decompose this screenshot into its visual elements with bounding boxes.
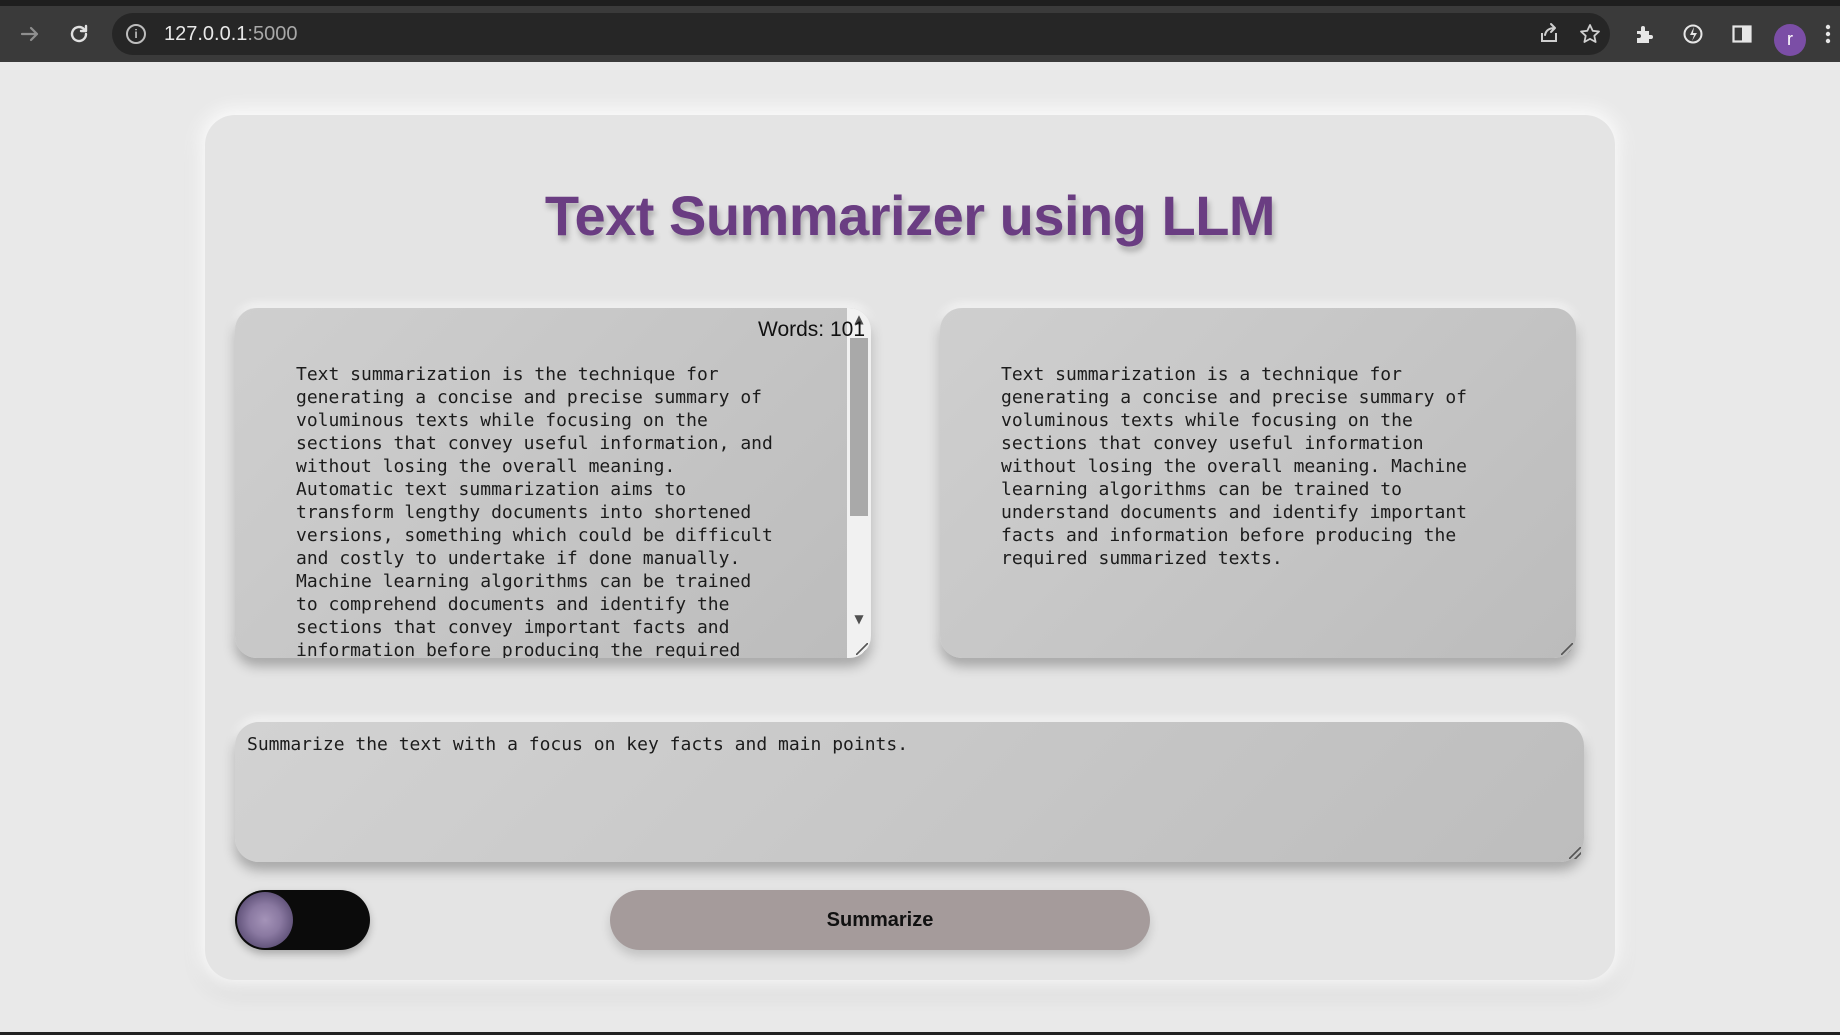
- word-count: Words: 101: [758, 318, 865, 341]
- info-icon[interactable]: i: [126, 24, 146, 44]
- sync-icon[interactable]: [1675, 6, 1711, 62]
- url-text[interactable]: 127.0.0.1:5000: [164, 13, 297, 55]
- share-icon[interactable]: [1532, 13, 1566, 55]
- prompt-textarea[interactable]: Summarize the text with a focus on key f…: [235, 722, 1584, 862]
- puzzle-icon[interactable]: [1627, 6, 1663, 62]
- profile-avatar[interactable]: r: [1774, 24, 1806, 56]
- scroll-thumb[interactable]: [850, 338, 868, 516]
- scroll-down-icon[interactable]: ▼: [847, 612, 871, 626]
- side-panel-icon[interactable]: [1724, 6, 1760, 62]
- resize-handle-icon[interactable]: [1569, 847, 1581, 859]
- mode-toggle[interactable]: [235, 890, 370, 950]
- address-bar[interactable]: i 127.0.0.1:5000: [112, 13, 1610, 55]
- resize-handle-icon[interactable]: [1561, 643, 1573, 655]
- page-title: Text Summarizer using LLM: [544, 184, 1276, 247]
- reload-icon[interactable]: [61, 6, 97, 62]
- star-icon[interactable]: [1573, 13, 1607, 55]
- output-text[interactable]: Text summarization is a technique for ge…: [1001, 363, 1521, 570]
- resize-handle-icon[interactable]: [856, 643, 868, 655]
- summarize-button[interactable]: Summarize: [610, 890, 1150, 950]
- forward-arrow-icon[interactable]: [12, 6, 48, 62]
- output-textarea[interactable]: Text summarization is a technique for ge…: [940, 308, 1576, 658]
- input-textarea[interactable]: Text summarization is the technique for …: [235, 308, 871, 658]
- input-text[interactable]: Text summarization is the technique for …: [296, 363, 796, 658]
- input-scrollbar[interactable]: ▲ ▼: [847, 308, 871, 658]
- summarizer-card: Text Summarizer using LLM Text summariza…: [205, 115, 1615, 980]
- toggle-knob[interactable]: [237, 892, 293, 948]
- kebab-menu-icon[interactable]: [1816, 6, 1840, 62]
- browser-toolbar: i 127.0.0.1:5000 r: [0, 6, 1840, 62]
- prompt-text[interactable]: Summarize the text with a focus on key f…: [247, 734, 908, 755]
